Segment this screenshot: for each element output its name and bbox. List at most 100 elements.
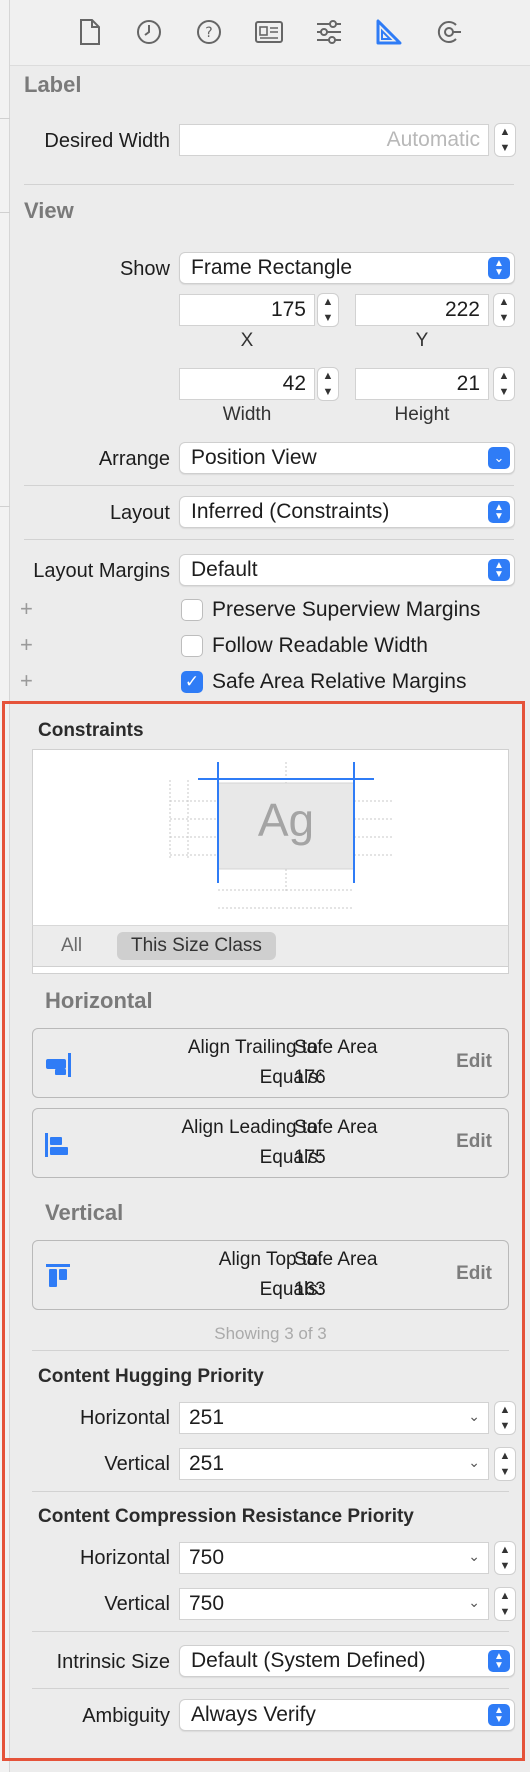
hugging-horizontal-stepper[interactable]: ▲ ▼ xyxy=(494,1401,516,1435)
compression-vertical-stepper[interactable]: ▲ ▼ xyxy=(494,1587,516,1621)
compression-vertical-label: Vertical xyxy=(104,1593,170,1615)
quick-help-icon[interactable]: ? xyxy=(194,16,224,48)
divider xyxy=(24,184,514,185)
x-stepper[interactable]: ▲ ▼ xyxy=(317,293,339,327)
divider xyxy=(32,1350,509,1351)
file-inspector-icon[interactable] xyxy=(75,16,105,48)
constraint-value: 175 xyxy=(294,1147,326,1168)
arrange-popup[interactable]: Position View ⌄ xyxy=(179,442,515,474)
hugging-vertical-combo[interactable]: 251 ⌄ xyxy=(179,1448,489,1480)
width-stepper[interactable]: ▲ ▼ xyxy=(317,367,339,401)
hugging-vertical-value: 251 xyxy=(189,1452,225,1475)
preview-text: Ag xyxy=(257,794,315,846)
history-inspector-icon[interactable] xyxy=(134,16,164,48)
chevron-down-icon: ⌄ xyxy=(468,1548,480,1564)
identity-inspector-icon[interactable] xyxy=(254,16,284,48)
svg-text:?: ? xyxy=(205,25,212,41)
intrinsic-size-popup[interactable]: Default (System Defined) ▲ ▼ xyxy=(179,1645,515,1677)
follow-readable-width-label: Follow Readable Width xyxy=(212,634,428,657)
constraint-card[interactable]: Align Leading to: Safe Area Equals: 175 … xyxy=(32,1108,509,1178)
y-field[interactable]: 222 xyxy=(355,294,489,326)
height-caption: Height xyxy=(394,404,450,425)
y-stepper[interactable]: ▲ ▼ xyxy=(493,293,515,327)
align-trailing-icon xyxy=(46,1053,71,1077)
chevron-down-icon: ⌄ xyxy=(468,1408,480,1424)
edit-button[interactable]: Edit xyxy=(456,1131,492,1153)
constraint-value: 163 xyxy=(294,1279,326,1300)
compression-horizontal-combo[interactable]: 750 ⌄ xyxy=(179,1542,489,1574)
layout-margins-label: Layout Margins xyxy=(33,560,170,582)
edit-button[interactable]: Edit xyxy=(456,1051,492,1073)
align-leading-icon xyxy=(45,1133,68,1157)
arrange-value: Position View xyxy=(191,446,317,469)
hugging-vertical-stepper[interactable]: ▲ ▼ xyxy=(494,1447,516,1481)
ambiguity-label: Ambiguity xyxy=(82,1705,170,1727)
constraints-filter: All This Size Class xyxy=(32,925,509,967)
arrange-label: Arrange xyxy=(98,448,170,470)
height-field[interactable]: 21 xyxy=(355,368,489,400)
layout-popup[interactable]: Inferred (Constraints) ▲ ▼ xyxy=(179,496,515,528)
popup-arrows-icon: ▲ ▼ xyxy=(488,501,510,523)
add-variation-button[interactable]: + xyxy=(20,632,33,658)
divider xyxy=(24,485,514,486)
size-inspector-icon[interactable] xyxy=(374,16,404,48)
intrinsic-size-value: Default (System Defined) xyxy=(191,1649,426,1672)
view-section-title: View xyxy=(24,198,74,223)
layout-label: Layout xyxy=(109,502,170,524)
hugging-vertical-label: Vertical xyxy=(104,1453,170,1475)
hugging-horizontal-value: 251 xyxy=(189,1406,225,1429)
constraint-value: 176 xyxy=(294,1067,326,1088)
compression-vertical-value: 750 xyxy=(189,1592,225,1615)
divider xyxy=(24,539,514,540)
popup-arrows-icon: ▲ ▼ xyxy=(488,257,510,279)
constraint-card[interactable]: Align Trailing to: Safe Area Equals: 176… xyxy=(32,1028,509,1098)
compression-horizontal-stepper[interactable]: ▲ ▼ xyxy=(494,1541,516,1575)
popup-arrows-icon: ▲ ▼ xyxy=(488,559,510,581)
connections-inspector-icon[interactable] xyxy=(434,16,464,48)
hugging-horizontal-label: Horizontal xyxy=(79,1407,170,1429)
vertical-title: Vertical xyxy=(45,1200,124,1225)
attributes-inspector-icon[interactable] xyxy=(314,16,344,48)
layout-margins-value: Default xyxy=(191,558,258,581)
chevron-down-icon: ⌄ xyxy=(488,447,510,469)
desired-width-stepper[interactable]: ▲ ▼ xyxy=(494,123,516,157)
divider xyxy=(32,1631,509,1632)
add-variation-button[interactable]: + xyxy=(20,668,33,694)
hugging-title: Content Hugging Priority xyxy=(38,1366,264,1387)
ambiguity-popup[interactable]: Always Verify ▲ ▼ xyxy=(179,1699,515,1731)
width-caption: Width xyxy=(222,404,272,425)
x-field[interactable]: 175 xyxy=(179,294,315,326)
preserve-superview-margins-label: Preserve Superview Margins xyxy=(212,598,481,621)
divider xyxy=(32,1688,509,1689)
constraint-target: Safe Area xyxy=(294,1117,378,1138)
compression-horizontal-value: 750 xyxy=(189,1546,225,1569)
show-label: Show xyxy=(119,258,170,280)
preserve-superview-margins-checkbox[interactable] xyxy=(181,599,203,621)
safe-area-relative-margins-checkbox[interactable]: ✓ xyxy=(181,671,203,693)
inspector-toolbar: ? xyxy=(10,0,530,66)
filter-all-button[interactable]: All xyxy=(47,932,96,960)
edit-button[interactable]: Edit xyxy=(456,1263,492,1285)
filter-size-class-button[interactable]: This Size Class xyxy=(117,932,276,960)
constraint-target: Safe Area xyxy=(294,1249,378,1270)
compression-title: Content Compression Resistance Priority xyxy=(38,1506,414,1527)
constraints-title: Constraints xyxy=(38,720,144,741)
chevron-down-icon: ⌄ xyxy=(468,1454,480,1470)
follow-readable-width-checkbox[interactable] xyxy=(181,635,203,657)
hugging-horizontal-combo[interactable]: 251 ⌄ xyxy=(179,1402,489,1434)
y-caption: Y xyxy=(415,330,429,351)
desired-width-field[interactable]: Automatic xyxy=(179,124,489,156)
layout-margins-popup[interactable]: Default ▲ ▼ xyxy=(179,554,515,586)
width-field[interactable]: 42 xyxy=(179,368,315,400)
show-popup[interactable]: Frame Rectangle ▲ ▼ xyxy=(179,252,515,284)
compression-horizontal-label: Horizontal xyxy=(79,1547,170,1569)
intrinsic-size-label: Intrinsic Size xyxy=(56,1651,170,1673)
add-variation-button[interactable]: + xyxy=(20,596,33,622)
compression-vertical-combo[interactable]: 750 ⌄ xyxy=(179,1588,489,1620)
constraint-card[interactable]: Align Top to: Safe Area Equals: 163 Edit xyxy=(32,1240,509,1310)
horizontal-title: Horizontal xyxy=(45,988,153,1013)
x-caption: X xyxy=(240,330,254,351)
showing-count: Showing 3 of 3 xyxy=(214,1324,327,1343)
height-stepper[interactable]: ▲ ▼ xyxy=(493,367,515,401)
safe-area-relative-margins-label: Safe Area Relative Margins xyxy=(212,670,467,693)
